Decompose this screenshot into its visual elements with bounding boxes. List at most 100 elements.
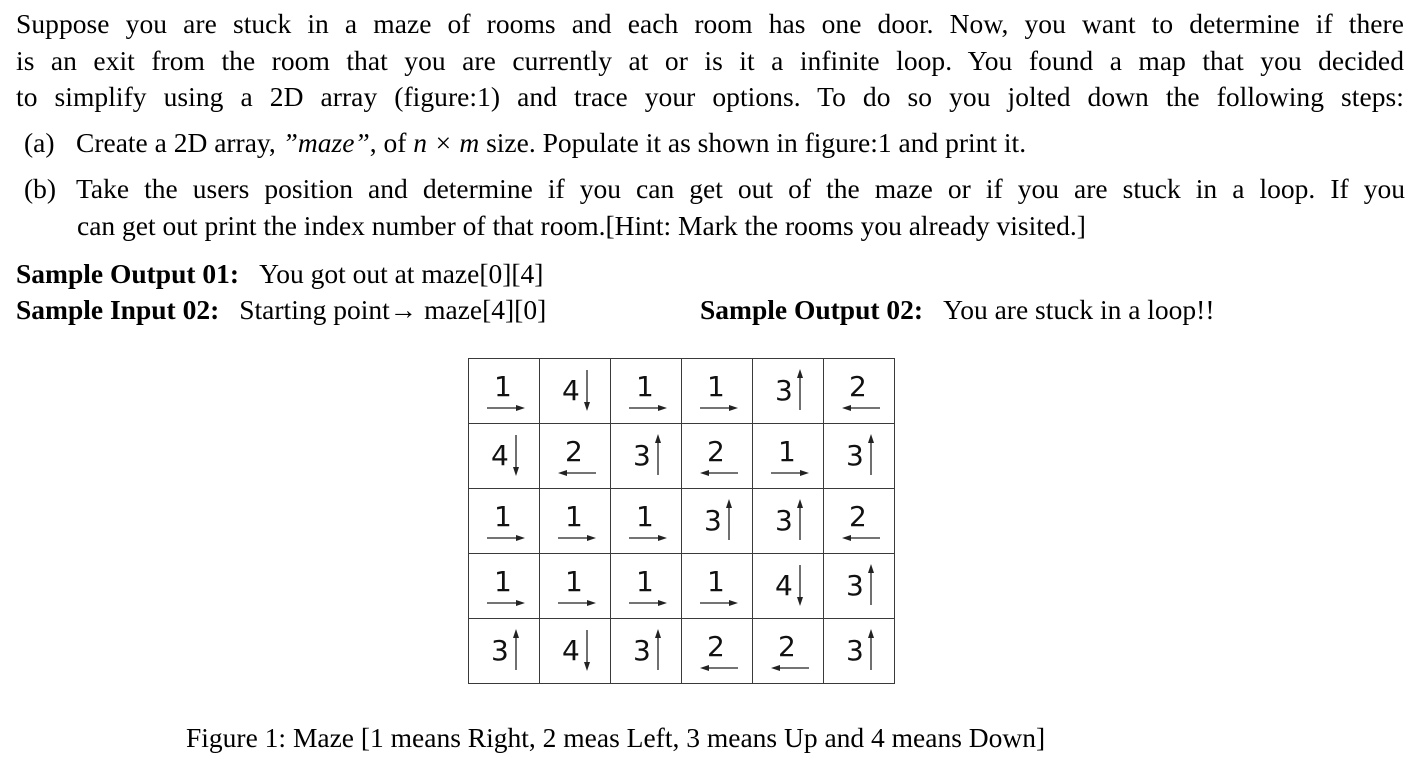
maze-cell-value: 1 — [494, 565, 512, 598]
maze-cell-value: 3 — [846, 634, 864, 667]
maze-cell: 1 — [468, 488, 540, 554]
arrow-down-icon — [513, 435, 519, 476]
maze-cell: 4 — [539, 618, 611, 684]
sample-value: You got out at maze[0][4] — [259, 258, 544, 289]
maze-cell: 1 — [681, 358, 753, 424]
arrow-right-icon — [558, 600, 596, 606]
maze-cell: 1 — [610, 358, 682, 424]
step-text-line: can get out print the index number of th… — [77, 209, 1086, 241]
maze-cell: 3 — [823, 553, 895, 619]
arrow-right-icon — [629, 535, 667, 541]
arrow-left-icon — [842, 405, 880, 411]
step-text-part: , of — [369, 127, 414, 158]
maze-cell-value: 3 — [491, 634, 509, 667]
maze-cell: 3 — [610, 423, 682, 489]
sample-output-01: Sample Output 01: You got out at maze[0][… — [16, 256, 543, 292]
maze-cell-value: 1 — [565, 500, 583, 533]
arrow-up-icon — [513, 629, 519, 670]
arrow-right-icon — [558, 535, 596, 541]
step-label: (a) — [24, 127, 55, 158]
maze-cell: 2 — [823, 358, 895, 424]
maze-cell-value: 2 — [849, 370, 867, 403]
arrow-up-icon — [797, 369, 803, 410]
maze-cell: 2 — [681, 423, 753, 489]
maze-cell: 1 — [610, 553, 682, 619]
maze-cell-value: 3 — [846, 569, 864, 602]
maze-cell-value: 4 — [562, 634, 580, 667]
maze-cell-value: 1 — [565, 565, 583, 598]
arrow-right-icon — [487, 600, 525, 606]
maze-cell: 3 — [468, 618, 540, 684]
maze-cell-value: 1 — [707, 565, 725, 598]
maze-cell: 3 — [823, 618, 895, 684]
step-text: Create a 2D array, ”maze”, of n × m size… — [76, 127, 1026, 158]
maze-cell-value: 1 — [494, 370, 512, 403]
arrow-right-icon — [629, 600, 667, 606]
arrow-up-icon — [726, 499, 732, 540]
arrow-left-icon — [700, 470, 738, 476]
maze-cell: 2 — [681, 618, 753, 684]
arrow-up-icon — [868, 564, 874, 605]
arrow-up-icon — [868, 434, 874, 475]
maze-cell-value: 2 — [707, 630, 725, 663]
maze-cell-value: 3 — [846, 439, 864, 472]
arrow-down-icon — [584, 370, 590, 411]
maze-cell-value: 1 — [636, 500, 654, 533]
maze-grid: 1 4 1 1 3 2 4 2 3 2 1 3 1 1 1 3 3 2 1 1 1 1 4 3 3 4 3 2 2 3 — [468, 358, 895, 684]
sample-label: Sample Input 02: — [16, 294, 220, 325]
sample-output-02: Sample Output 02: You are stuck in a loop… — [700, 292, 1215, 328]
maze-cell-value: 1 — [636, 565, 654, 598]
maze-row: 1 1 1 1 4 3 — [468, 553, 895, 619]
maze-cell: 1 — [610, 488, 682, 554]
maze-cell-value: 3 — [704, 504, 722, 537]
maze-cell-value: 4 — [775, 569, 793, 602]
maze-cell: 2 — [823, 488, 895, 554]
step-text-italic: ”maze” — [282, 127, 370, 158]
step-b: (b) Take the users position and determine… — [24, 171, 1405, 244]
maze-cell: 1 — [468, 553, 540, 619]
step-label: (b) — [24, 173, 57, 204]
arrow-right-icon — [487, 535, 525, 541]
maze-cell-value: 1 — [778, 435, 796, 468]
maze-cell: 1 — [539, 553, 611, 619]
maze-cell-value: 3 — [633, 634, 651, 667]
arrow-up-icon — [655, 434, 661, 475]
maze-cell: 3 — [610, 618, 682, 684]
maze-cell: 4 — [468, 423, 540, 489]
maze-cell: 3 — [752, 488, 824, 554]
arrow-left-icon — [771, 665, 809, 671]
maze-cell-value: 2 — [778, 630, 796, 663]
arrow-up-icon — [655, 629, 661, 670]
maze-cell: 1 — [468, 358, 540, 424]
maze-row: 3 4 3 2 2 3 — [468, 618, 895, 684]
maze-cell-value: 3 — [775, 504, 793, 537]
maze-cell: 3 — [823, 423, 895, 489]
arrow-right-icon — [487, 405, 525, 411]
maze-cell: 2 — [752, 618, 824, 684]
arrow-up-icon — [868, 629, 874, 670]
arrow-left-icon — [700, 665, 738, 671]
step-text-part: size. Populate it as shown in figure:1 a… — [479, 127, 1027, 158]
maze-row: 1 4 1 1 3 2 — [468, 358, 895, 424]
intro-line: is an exit from the room that you are cu… — [16, 44, 1404, 76]
sample-value: Starting point→ maze[4][0] — [239, 294, 547, 325]
maze-cell-value: 3 — [775, 374, 793, 407]
maze-cell: 4 — [539, 358, 611, 424]
arrow-left-icon — [842, 535, 880, 541]
maze-cell: 1 — [752, 423, 824, 489]
maze-cell-value: 2 — [849, 500, 867, 533]
arrow-left-icon — [558, 470, 596, 476]
arrow-right-icon — [700, 600, 738, 606]
maze-cell-value: 4 — [491, 439, 509, 472]
step-a: (a) Create a 2D array, ”maze”, of n × m s… — [24, 125, 1026, 162]
maze-cell-value: 2 — [565, 435, 583, 468]
intro-paragraph: Suppose you are stuck in a maze of rooms… — [16, 6, 1404, 116]
maze-cell-value: 1 — [494, 500, 512, 533]
maze-cell: 2 — [539, 423, 611, 489]
maze-row: 1 1 1 3 3 2 — [468, 488, 895, 554]
arrow-right-icon — [700, 405, 738, 411]
step-text-math: n × m — [413, 127, 480, 158]
step-text-part: Create a 2D array, — [76, 127, 283, 158]
maze-cell: 4 — [752, 553, 824, 619]
arrow-up-icon — [797, 499, 803, 540]
